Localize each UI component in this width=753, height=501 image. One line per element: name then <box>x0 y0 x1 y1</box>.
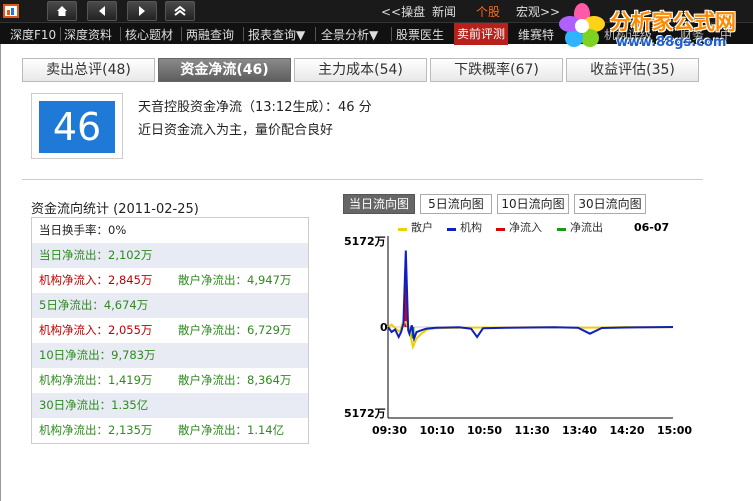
stats-cell: 散户净流出：1.14亿 <box>178 423 285 437</box>
secnav-report-query[interactable]: 报表查询▼ <box>248 26 305 43</box>
tab-sell-overall[interactable]: 卖出总评(48) <box>22 58 155 82</box>
stats-cell: 机构净流入：2,055万 <box>39 323 153 337</box>
score-box: 46 <box>31 93 123 159</box>
chart-x-tick-label: 10:50 <box>467 424 502 437</box>
stats-cell: 机构净流出：1,419万 <box>39 373 153 387</box>
chart-x-tick-label: 15:00 <box>657 424 692 437</box>
secnav-panorama[interactable]: 全景分析▼ <box>321 26 378 43</box>
stats-cell: 当日净流出：2,102万 <box>39 248 153 262</box>
tab-main-cost[interactable]: 主力成本(54) <box>294 58 427 82</box>
divider <box>22 179 703 180</box>
summary-headline: 天音控股资金净流（13:12生成）：46 分 <box>138 100 372 115</box>
topnav-stock[interactable]: 个股 <box>476 3 500 20</box>
arrow-left-icon <box>99 6 105 16</box>
tab-return-eval[interactable]: 收益评估(35) <box>566 58 699 82</box>
chart-x-tick-label: 13:40 <box>562 424 597 437</box>
tab-fund-flow[interactable]: 资金净流(46) <box>158 58 291 82</box>
chart-y-tick-label: 5172万 <box>344 407 386 420</box>
topnav-caopan[interactable]: <<操盘 <box>381 3 425 20</box>
chart-tab-10day[interactable]: 10日流向图 <box>497 194 569 214</box>
chart-legend-swatch <box>447 228 456 231</box>
chart-x-tick-label: 09:30 <box>372 424 407 437</box>
stats-cell: 散户净流出：4,947万 <box>178 273 292 287</box>
double-chevron-up-icon <box>174 5 186 16</box>
chart-series-institution <box>387 250 674 343</box>
chart-tab-5day[interactable]: 5日流向图 <box>420 194 492 214</box>
window-left-edge <box>0 44 1 501</box>
stats-cell: 机构净流出：2,135万 <box>39 423 153 437</box>
secnav-core-topic[interactable]: 核心题材 <box>125 26 173 43</box>
summary-comment: 近日资金流入为主，量价配合良好 <box>138 123 334 138</box>
secnav-margin-query[interactable]: 两融查询 <box>186 26 234 43</box>
secnav-deep-data[interactable]: 深度资料 <box>64 26 112 43</box>
chart-tab-today[interactable]: 当日流向图 <box>343 194 415 214</box>
home-button[interactable] <box>47 1 77 21</box>
chart-tab-30day[interactable]: 30日流向图 <box>574 194 646 214</box>
secnav-f10[interactable]: 深度F10 <box>10 26 56 43</box>
eval-tabs: 卖出总评(48) 资金净流(46) 主力成本(54) 下跌概率(67) 收益评估… <box>22 58 702 82</box>
chart-y-tick-label: 5172万 <box>344 235 386 248</box>
chart-legend-label: 散户 <box>411 220 433 234</box>
fund-flow-chart: 5172万 0 5172万 09:30 10:10 10:50 11:30 13:40 14:2… <box>344 220 692 437</box>
watermark-title: 分析家公式网 <box>610 10 736 34</box>
secnav-weisaite[interactable]: 维赛特 <box>518 26 554 43</box>
stats-cell: 散户净流出：6,729万 <box>178 323 292 337</box>
stats-row: 30日净流出：1.35亿 <box>32 393 308 418</box>
chart-x-tick-label: 10:10 <box>420 424 455 437</box>
chart-legend-swatch <box>398 228 407 231</box>
site-watermark: 分析家公式网 www.88gs.com <box>552 0 753 60</box>
chart-date-label: 06-07 <box>634 221 669 234</box>
stats-cell: 30日净流出：1.35亿 <box>39 398 149 412</box>
stats-table: 当日换手率：0% 当日净流出：2,102万 机构净流入：2,845万 散户净流出：4,… <box>31 217 309 444</box>
topnav-news[interactable]: 新闻 <box>432 3 456 20</box>
tab-drop-prob[interactable]: 下跌概率(67) <box>430 58 563 82</box>
secnav-sell-eval[interactable]: 卖前评测 <box>454 23 509 45</box>
stats-row: 当日净流出：2,102万 <box>32 243 308 268</box>
back-button[interactable] <box>87 1 117 21</box>
stats-row: 10日净流出：9,783万 <box>32 343 308 368</box>
app-logo-icon <box>3 4 19 18</box>
chart-series-retail <box>387 320 674 351</box>
stats-row: 机构净流出：2,135万 散户净流出：1.14亿 <box>32 418 308 443</box>
stats-cell: 散户净流出：8,364万 <box>178 373 292 387</box>
stats-row: 当日换手率：0% <box>32 218 308 243</box>
chart-legend-label: 净流入 <box>509 220 542 234</box>
secnav-stock-doctor[interactable]: 股票医生 <box>396 26 444 43</box>
stats-row: 5日净流出：4,674万 <box>32 293 308 318</box>
chart-legend-swatch <box>557 228 566 231</box>
stats-cell: 5日净流出：4,674万 <box>39 298 149 312</box>
collapse-button[interactable] <box>165 1 195 21</box>
arrow-right-icon <box>139 6 145 16</box>
stats-cell: 10日净流出：9,783万 <box>39 348 156 362</box>
chart-y-tick-label: 0 <box>380 321 388 334</box>
stats-row: 机构净流入：2,845万 散户净流出：4,947万 <box>32 268 308 293</box>
chart-x-tick-label: 14:20 <box>610 424 645 437</box>
chart-legend-swatch <box>496 228 505 231</box>
home-icon <box>57 6 67 16</box>
stats-row: 机构净流出：1,419万 散户净流出：8,364万 <box>32 368 308 393</box>
stats-row: 机构净流入：2,055万 散户净流出：6,729万 <box>32 318 308 343</box>
forward-button[interactable] <box>127 1 157 21</box>
watermark-url: www.88gs.com <box>616 35 727 50</box>
stats-cell: 当日换手率：0% <box>39 223 127 237</box>
chart-legend-label: 机构 <box>460 220 482 234</box>
score-value: 46 <box>39 101 115 153</box>
stats-cell: 机构净流入：2,845万 <box>39 273 153 287</box>
chart-x-tick-label: 11:30 <box>515 424 550 437</box>
stats-title: 资金流向统计 (2011-02-25) <box>31 202 199 217</box>
chart-legend-label: 净流出 <box>570 220 603 234</box>
